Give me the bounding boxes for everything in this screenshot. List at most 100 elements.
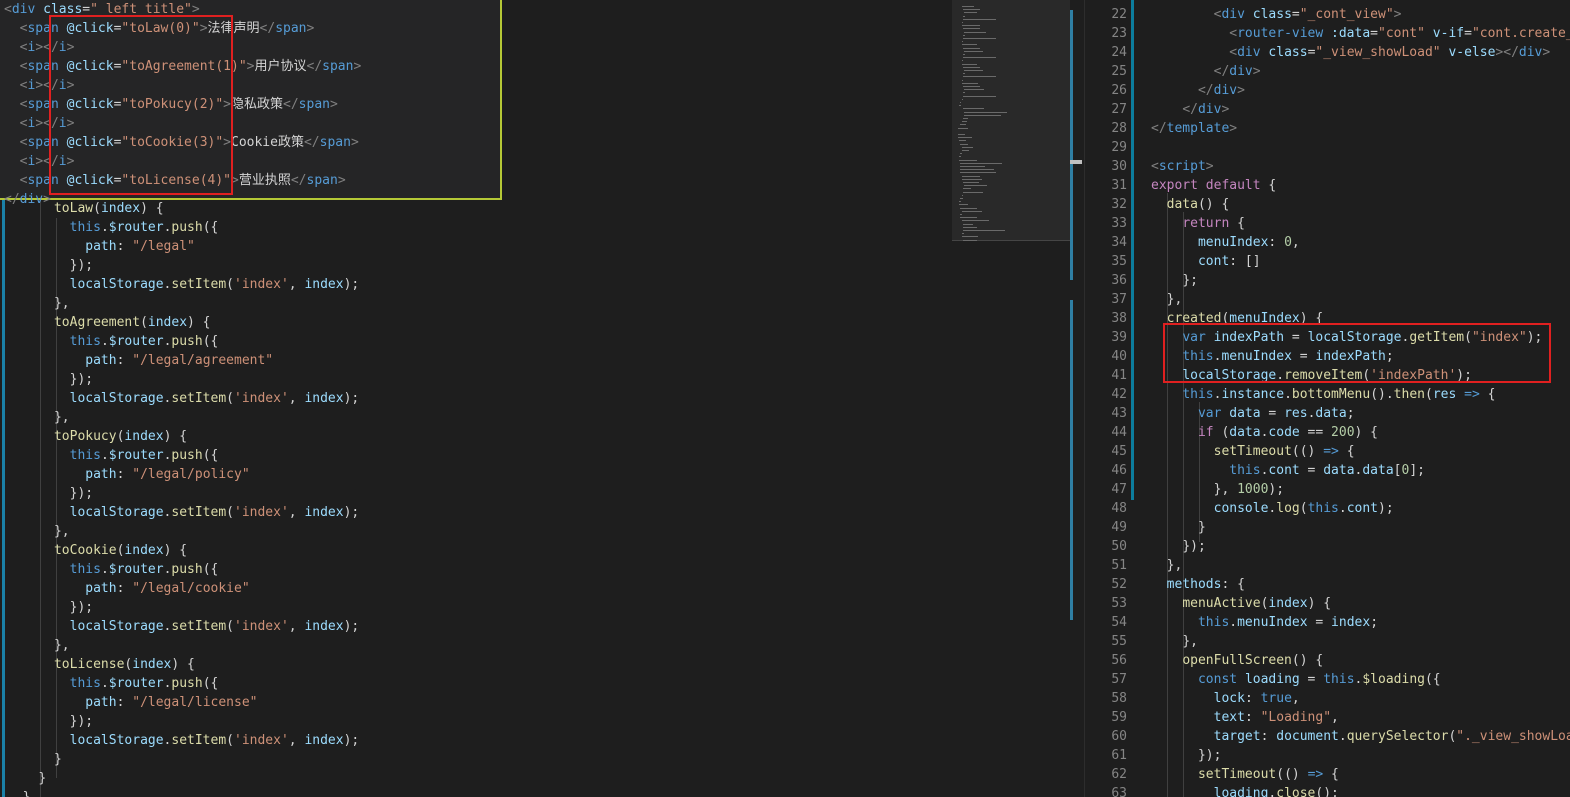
right-code-line[interactable]: menuActive(index) { [1151,594,1331,613]
left-code-line[interactable]: }); [7,484,93,503]
left-code-line[interactable]: }); [7,598,93,617]
right-code-line[interactable]: this.instance.bottomMenu().then(res => { [1151,385,1495,404]
right-code-line[interactable]: } [1151,518,1206,537]
code-token: : [116,353,133,368]
left-code-line[interactable]: toLicense(index) { [7,655,195,674]
left-code-line[interactable]: path: "/legal" [7,237,195,256]
left-code-line[interactable]: }); [7,256,93,275]
right-code-line[interactable]: cont: [] [1151,252,1261,271]
right-code-line[interactable]: setTimeout(() => { [1151,765,1339,784]
right-gutter-change-marker [1131,0,1134,500]
left-code-line[interactable]: }, [7,636,70,655]
left-code-line[interactable]: localStorage.setItem('index', index); [7,617,360,636]
right-code-line[interactable]: <script> [1151,157,1214,176]
right-code-line[interactable]: }, [1151,632,1198,651]
left-code-line[interactable]: localStorage.setItem('index', index); [7,275,360,294]
right-code-line[interactable]: }, [1151,290,1183,309]
left-code-line[interactable]: localStorage.setItem('index', index); [7,389,360,408]
right-code-line[interactable]: }); [1151,537,1206,556]
right-code-line[interactable]: </div> [1151,81,1245,100]
left-code-line[interactable]: }, [7,408,70,427]
vertical-scrollbar[interactable] [1070,0,1084,797]
left-code-line[interactable]: path: "/legal/license" [7,693,257,712]
code-token: var [1182,330,1206,345]
left-code-line[interactable]: }); [7,712,93,731]
right-code-line[interactable]: const loading = this.$loading({ [1151,670,1441,689]
right-code-line[interactable]: </div> [1151,100,1229,119]
left-code-line[interactable]: }, [7,788,39,797]
right-code-line[interactable]: var indexPath = localStorage.getItem("in… [1151,328,1542,347]
minimap-viewport-slider[interactable] [952,0,1072,241]
minimap[interactable] [952,0,1074,797]
code-token: push [171,448,203,463]
left-code-line[interactable]: }, [7,522,70,541]
right-code-line[interactable]: target: document.querySelector("._view_s… [1151,727,1570,746]
code-token: localStorage [69,505,164,520]
right-code-line[interactable]: openFullScreen() { [1151,651,1323,670]
left-code-line[interactable]: }); [7,370,93,389]
right-code-line[interactable]: created(menuIndex) { [1151,309,1324,328]
left-code-line[interactable]: this.$router.push({ [7,332,219,351]
code-token: > [306,21,315,36]
right-code-line[interactable]: menuIndex: 0, [1151,233,1300,252]
left-code-line[interactable]: toPokucy(index) { [7,427,187,446]
right-code-line[interactable]: <div class="_view_showLoad" v-else></div… [1151,43,1550,62]
right-code-line[interactable]: </template> [1151,119,1237,138]
right-code-line[interactable]: setTimeout(() => { [1151,442,1355,461]
right-code-line[interactable]: var data = res.data; [1151,404,1355,423]
right-code-line[interactable]: <div class="_cont_view"> [1151,5,1402,24]
right-code-line[interactable]: }); [1151,746,1221,765]
right-code-line[interactable]: loading.close(); [1151,784,1339,797]
right-editor-pane[interactable]: 22 <div class="_cont_view"> 23 <router-vi… [1085,0,1570,797]
minimap-line [964,89,984,91]
left-code-line[interactable]: path: "/legal/cookie" [7,579,249,598]
code-token: this [69,448,101,463]
minimap-line [961,236,978,238]
left-code-line[interactable]: this.$router.push({ [7,560,219,579]
line-number: 45 [1111,444,1127,459]
right-code-line[interactable]: this.menuIndex = index; [1151,613,1378,632]
left-code-line[interactable]: } [7,769,46,788]
right-code-line[interactable]: data() { [1151,195,1230,214]
code-token: , [288,505,305,520]
right-code-line[interactable]: }, [1151,556,1183,575]
right-code-line[interactable]: this.cont = data.data[0]; [1151,461,1425,480]
left-editor-pane[interactable]: toLaw(index) { this.$router.push({ path:… [0,0,952,797]
left-code-line[interactable]: localStorage.setItem('index', index); [7,731,360,750]
line-number: 25 [1111,64,1127,79]
right-code-line[interactable]: </div> [1151,62,1261,81]
left-code-line[interactable]: localStorage.setItem('index', index); [7,503,360,522]
right-code-line[interactable]: methods: { [1151,575,1245,594]
right-code-line[interactable]: return { [1151,214,1245,233]
left-code-line[interactable]: }, [7,294,70,313]
left-code-line[interactable]: } [7,750,62,769]
left-code-line[interactable]: path: "/legal/policy" [7,465,249,484]
right-code-line[interactable]: export default { [1151,176,1276,195]
right-code-line[interactable]: <router-view :data="cont" v-if="cont.cre… [1151,24,1570,43]
left-code-line[interactable]: this.$router.push({ [7,446,219,465]
right-code-line[interactable]: this.menuIndex = indexPath; [1151,347,1393,366]
code-token: }); [1182,539,1206,554]
right-code-line[interactable]: lock: true, [1151,689,1300,708]
right-code-line[interactable]: }, 1000); [1151,480,1284,499]
code-token: > [337,173,346,188]
left-code-line[interactable]: toCookie(index) { [7,541,187,560]
left-code-line[interactable]: path: "/legal/agreement" [7,351,273,370]
code-token: div [1518,45,1543,60]
left-code-line[interactable]: this.$router.push({ [7,674,219,693]
left-code-line[interactable]: this.$router.push({ [7,218,219,237]
code-token: }); [69,486,94,501]
right-code-line[interactable]: localStorage.removeItem('indexPath'); [1151,366,1472,385]
right-code-line[interactable]: if (data.code == 200) { [1151,423,1378,442]
right-code-line[interactable]: }; [1151,271,1198,290]
code-token: : [1244,691,1261,706]
left-code-line[interactable]: toAgreement(index) { [7,313,211,332]
right-code-line[interactable]: text: "Loading", [1151,708,1339,727]
right-code-line[interactable]: console.log(this.cont); [1151,499,1394,518]
